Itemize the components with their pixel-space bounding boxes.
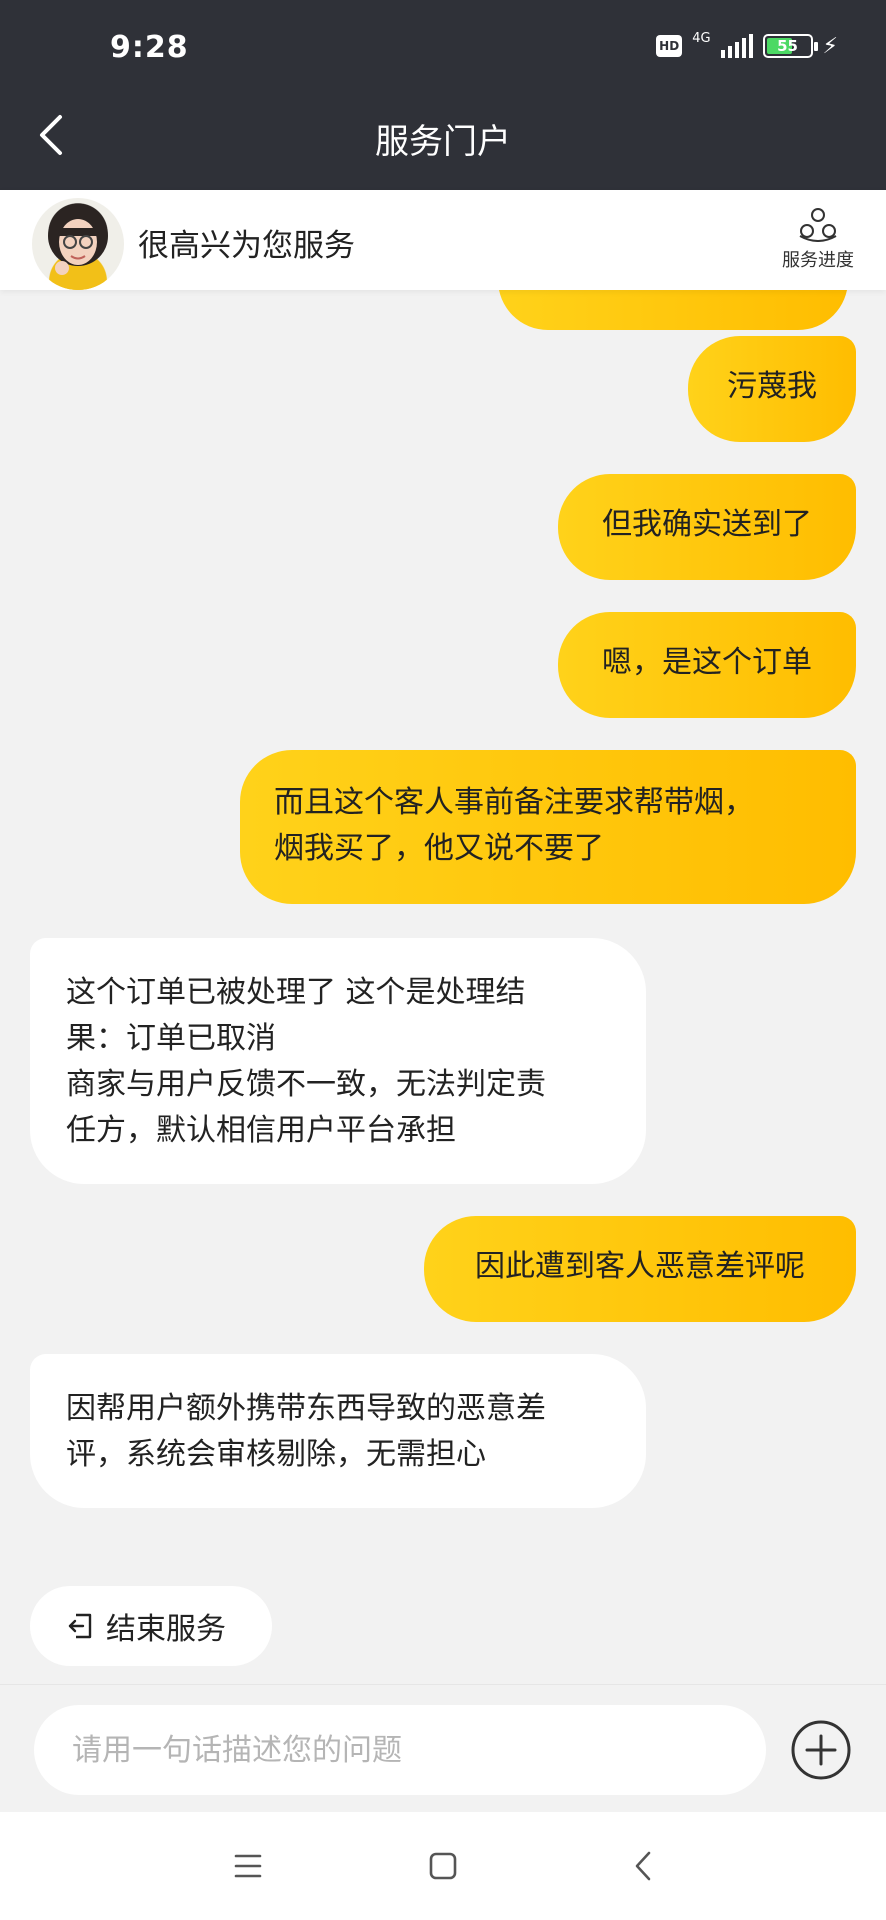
status-bar: 9:28 HD 4G 55 ⚡ bbox=[0, 0, 886, 82]
nodes-icon bbox=[799, 208, 837, 242]
exit-icon bbox=[68, 1613, 92, 1639]
nav-back-button[interactable] bbox=[621, 1844, 665, 1888]
message-bubble-user: 但我确实送到了 bbox=[558, 474, 856, 580]
message-bubble-user: 嗯，是这个订单 bbox=[558, 612, 856, 718]
message-text: 污蔑我 bbox=[727, 369, 817, 404]
nav-home-button[interactable] bbox=[421, 1844, 465, 1888]
service-progress-button[interactable]: 服务进度 bbox=[766, 206, 870, 272]
system-nav-bar bbox=[0, 1812, 886, 1920]
message-line: 评，系统会审核剔除，无需担心 bbox=[66, 1437, 486, 1472]
agent-header: 很高兴为您服务 服务进度 bbox=[0, 190, 886, 290]
message-line: 商家与用户反馈不一致，无法判定责 bbox=[66, 1067, 546, 1102]
add-button[interactable] bbox=[790, 1719, 852, 1781]
message-bubble-partial bbox=[498, 290, 848, 330]
message-line: 烟我买了，他又说不要了 bbox=[274, 831, 604, 866]
message-bubble-user: 污蔑我 bbox=[688, 336, 856, 442]
message-bubble-agent: 因帮用户额外携带东西导致的恶意差 评，系统会审核剔除，无需担心 bbox=[30, 1354, 646, 1508]
message-input[interactable] bbox=[34, 1705, 766, 1795]
menu-icon bbox=[234, 1854, 262, 1878]
status-icons: HD 4G 55 ⚡ bbox=[656, 30, 838, 62]
message-line: 这个订单已被处理了 这个是处理结 bbox=[66, 975, 526, 1010]
message-text: 但我确实送到了 bbox=[602, 507, 812, 542]
back-icon bbox=[635, 1851, 651, 1881]
square-icon bbox=[429, 1852, 457, 1880]
agent-avatar bbox=[32, 198, 124, 290]
chat-area[interactable]: 污蔑我 但我确实送到了 嗯，是这个订单 而且这个客人事前备注要求帮带烟， 烟我买… bbox=[0, 290, 886, 1684]
battery-level: 55 bbox=[777, 37, 798, 55]
message-bubble-user: 而且这个客人事前备注要求帮带烟， 烟我买了，他又说不要了 bbox=[240, 750, 856, 904]
end-service-button[interactable]: 结束服务 bbox=[30, 1586, 272, 1666]
end-service-label: 结束服务 bbox=[106, 1612, 226, 1647]
message-bubble-agent: 这个订单已被处理了 这个是处理结 果：订单已取消 商家与用户反馈不一致，无法判定… bbox=[30, 938, 646, 1184]
message-line: 因帮用户额外携带东西导致的恶意差 bbox=[66, 1391, 546, 1426]
message-bubble-user: 因此遭到客人恶意差评呢 bbox=[424, 1216, 856, 1322]
nav-menu-button[interactable] bbox=[226, 1844, 270, 1888]
message-line: 而且这个客人事前备注要求帮带烟， bbox=[274, 785, 754, 820]
signal-icon bbox=[720, 34, 753, 58]
page-title: 服务门户 bbox=[375, 122, 511, 162]
title-bar: 服务门户 bbox=[0, 82, 886, 190]
input-bar bbox=[0, 1684, 886, 1812]
message-line: 果：订单已取消 bbox=[66, 1021, 276, 1056]
service-progress-label: 服务进度 bbox=[782, 250, 854, 271]
plus-circle-icon bbox=[791, 1720, 851, 1780]
charging-icon: ⚡ bbox=[822, 33, 838, 59]
message-line: 任方，默认相信用户平台承担 bbox=[66, 1113, 456, 1148]
hd-icon: HD bbox=[656, 35, 683, 57]
agent-greeting: 很高兴为您服务 bbox=[138, 228, 355, 264]
battery-icon: 55 bbox=[762, 34, 818, 58]
message-text: 嗯，是这个订单 bbox=[602, 645, 812, 680]
message-text: 因此遭到客人恶意差评呢 bbox=[475, 1249, 805, 1284]
status-time: 9:28 bbox=[110, 30, 189, 65]
network-type: 4G bbox=[692, 30, 711, 46]
